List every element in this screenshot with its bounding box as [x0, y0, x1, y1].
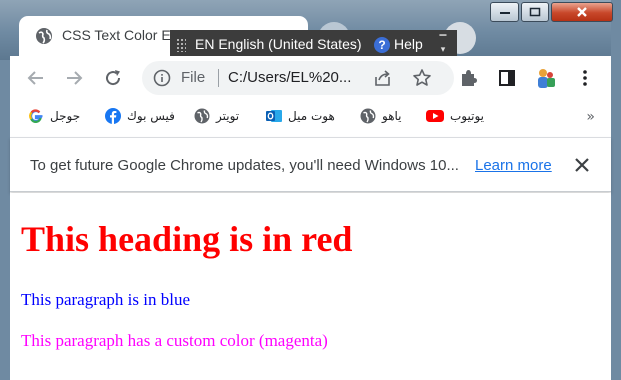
back-button[interactable]: [24, 66, 48, 90]
profile-button[interactable]: [534, 66, 558, 90]
input-language[interactable]: EN English (United States): [195, 36, 362, 52]
bookmark-google[interactable]: جوجل: [28, 108, 80, 124]
bookmark-hotmail[interactable]: هوت ميل: [266, 108, 335, 124]
bookmark-facebook[interactable]: فيس بوك: [105, 108, 175, 124]
back-arrow-icon: [27, 71, 43, 85]
reload-icon: [106, 70, 121, 86]
bookmark-star-icon[interactable]: [412, 68, 432, 88]
bookmark-label: فيس بوك: [127, 109, 175, 123]
google-icon: [29, 109, 43, 123]
youtube-icon: [426, 110, 444, 122]
close-icon[interactable]: [572, 155, 592, 175]
update-infobar: To get future Google Chrome updates, you…: [10, 137, 611, 192]
outlook-icon: [266, 110, 282, 122]
browser-toolbar: File C:/Users/EL%20...: [10, 56, 611, 100]
facebook-icon: [105, 108, 121, 124]
learn-more-link[interactable]: Learn more: [475, 157, 552, 174]
infobar-message: To get future Google Chrome updates, you…: [30, 157, 459, 174]
paragraph-blue: This paragraph is in blue: [21, 290, 191, 309]
bookmark-twitter[interactable]: تويتر: [194, 108, 239, 124]
restore-icon: [529, 7, 541, 17]
forward-arrow-icon: [67, 71, 83, 85]
globe-icon: [36, 28, 52, 44]
minimize-icon: [499, 12, 510, 14]
address-bar[interactable]: File C:/Users/EL%20...: [142, 61, 454, 95]
bookmark-yahoo[interactable]: ياهو: [360, 108, 402, 124]
close-icon: [577, 7, 587, 17]
window-border-left: [0, 60, 10, 380]
close-window-button[interactable]: [551, 2, 613, 22]
bookmark-label: يوتيوب: [450, 109, 484, 123]
scheme-label: File: [181, 69, 206, 86]
menu-button[interactable]: [573, 66, 597, 90]
drag-handle[interactable]: [176, 38, 186, 52]
puzzle-icon: [462, 70, 477, 86]
more-vert-icon: [583, 70, 587, 86]
bookmark-label: تويتر: [216, 109, 240, 123]
page-content: This heading is in red This paragraph is…: [10, 193, 611, 380]
reload-button[interactable]: [101, 66, 125, 90]
help-label[interactable]: Help: [394, 36, 423, 52]
options-icon[interactable]: ▔ ▾: [438, 36, 448, 54]
page-heading: This heading is in red: [21, 219, 353, 259]
profile-avatar-icon: [538, 69, 555, 88]
bookmarks-bar: جوجل فيس بوك تويتر هوت ميل ياهو يوتيوب »: [10, 100, 611, 136]
bookmark-label: جوجل: [50, 109, 81, 123]
side-panel-icon: [499, 70, 515, 86]
maximize-button[interactable]: [521, 2, 549, 22]
window-border-right: [611, 0, 621, 380]
bookmark-label: ياهو: [382, 109, 402, 123]
bookmark-label: هوت ميل: [288, 109, 335, 123]
divider: [218, 69, 219, 87]
tab-title: CSS Text Color Ex: [62, 27, 178, 43]
globe-icon: [194, 108, 210, 124]
bookmark-youtube[interactable]: يوتيوب: [426, 108, 484, 124]
info-icon[interactable]: [153, 69, 171, 87]
extensions-button[interactable]: [456, 66, 480, 90]
share-icon[interactable]: [373, 69, 393, 87]
url-text[interactable]: C:/Users/EL%20...: [228, 69, 351, 86]
forward-button[interactable]: [62, 66, 86, 90]
side-panel-button[interactable]: [495, 66, 519, 90]
paragraph-magenta: This paragraph has a custom color (magen…: [21, 331, 328, 350]
bookmarks-overflow-icon[interactable]: »: [586, 109, 595, 125]
minimize-button[interactable]: [490, 2, 519, 22]
help-icon[interactable]: ?: [374, 37, 390, 53]
globe-icon: [360, 108, 376, 124]
